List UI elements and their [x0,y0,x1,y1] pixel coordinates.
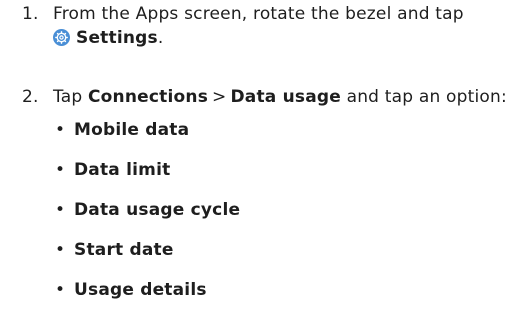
list-item: • Usage details [0,278,521,302]
bullet-icon: • [55,120,66,140]
bullet-icon: • [55,200,66,220]
list-item: • Start date [0,238,521,262]
list-item: • Data usage cycle [0,198,521,222]
settings-gear-icon [53,29,70,46]
step-instruction-end: and tap an option: [346,87,507,107]
step-text: Tap Connections > Data usage and tap an op… [53,85,513,109]
step-punctuation: . [157,28,164,48]
option-label: Data limit [74,160,171,180]
step-instruction: From the Apps screen, rotate the bezel a… [53,4,464,24]
data-usage-term: Data usage [230,87,341,107]
step-number: 1. [22,4,39,24]
option-label: Data usage cycle [74,200,241,220]
step-instruction-start: Tap [53,87,83,107]
list-item: • Data limit [0,158,521,182]
connections-term: Connections [88,87,209,107]
bullet-icon: • [55,240,66,260]
step-number: 2. [22,87,39,107]
instructions-document: 1. From the Apps screen, rotate the beze… [0,0,521,321]
step-line-2: Settings. [53,26,163,50]
step-text: From the Apps screen, rotate the bezel a… [53,2,513,48]
menu-path-separator: > [212,87,227,107]
option-label: Usage details [74,280,207,300]
bullet-icon: • [55,280,66,300]
option-label: Mobile data [74,120,190,140]
bullet-icon: • [55,160,66,180]
option-label: Start date [74,240,174,260]
list-item: • Mobile data [0,118,521,142]
settings-term: Settings [76,28,158,48]
